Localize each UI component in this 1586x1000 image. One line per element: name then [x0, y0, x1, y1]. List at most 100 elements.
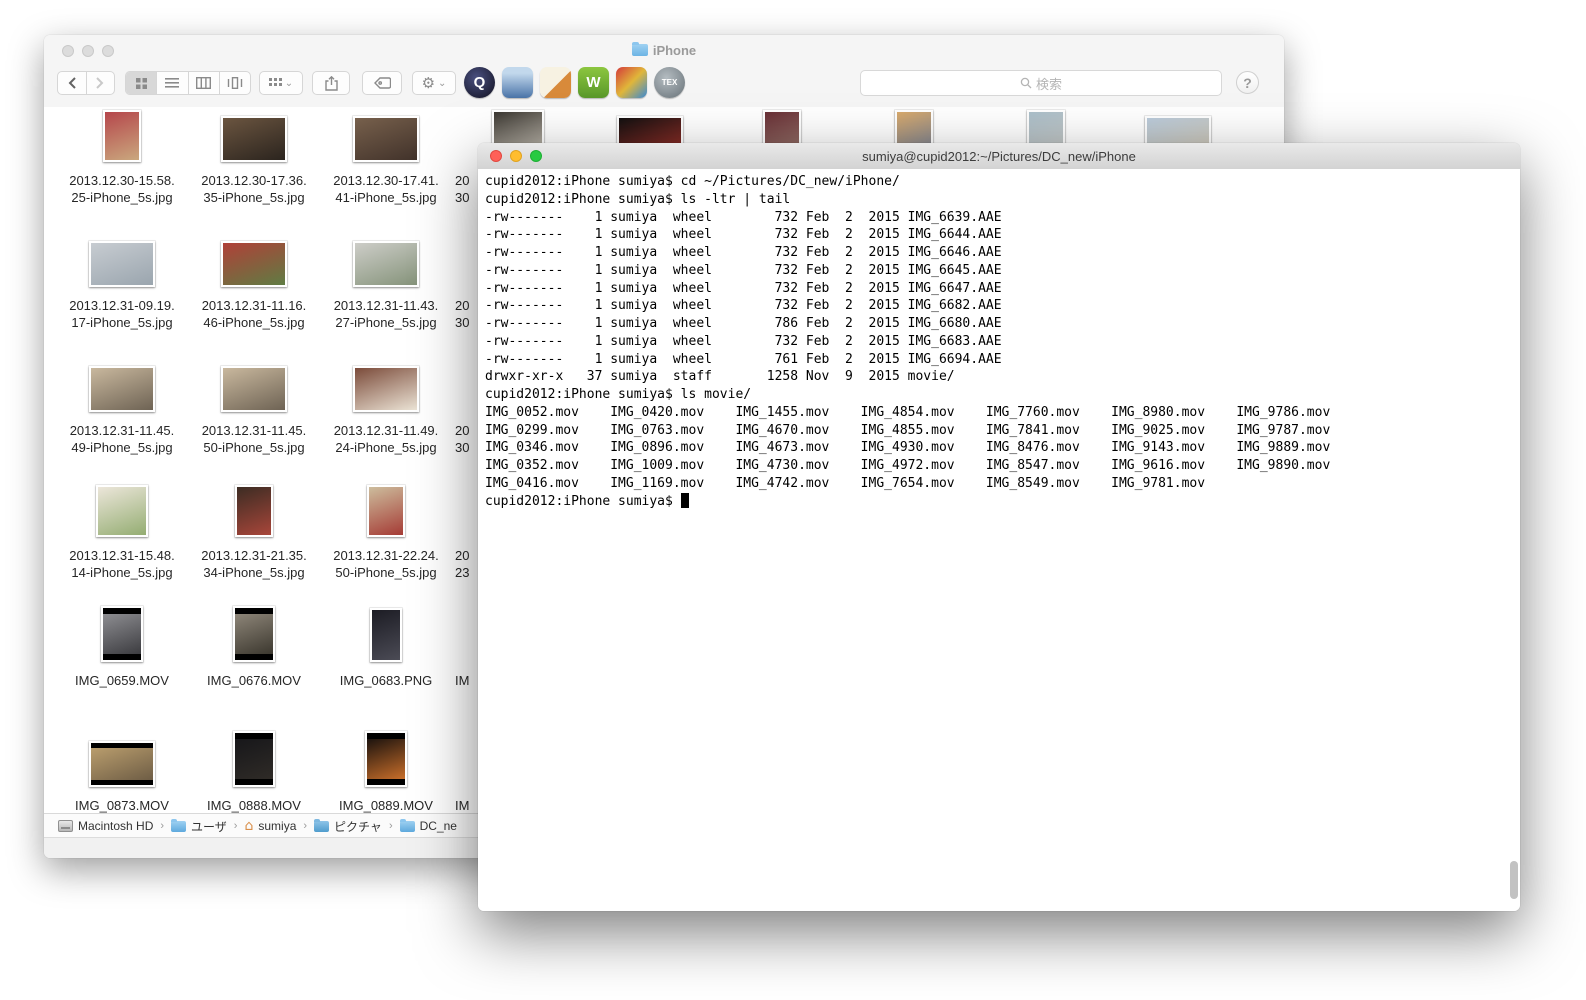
terminal-titlebar[interactable]: sumiya@cupid2012:~/Pictures/DC_new/iPhon… [478, 143, 1520, 170]
browser-app-icon[interactable] [502, 67, 533, 98]
file-thumbnail[interactable] [103, 110, 141, 162]
file-item[interactable]: IMG_0683.PNG [320, 604, 452, 726]
list-view-button[interactable] [157, 72, 188, 94]
path-separator-icon: › [303, 820, 307, 832]
file-item[interactable]: IMG_0659.MOV [56, 604, 188, 726]
path-segment-label: ユーザ [191, 818, 227, 835]
photo-preview [235, 733, 273, 785]
chevron-down-icon: ⌄ [285, 78, 293, 89]
folder-proxy-icon [632, 44, 648, 56]
home-icon: ⌂ [244, 821, 253, 832]
file-thumbnail[interactable] [353, 241, 419, 287]
file-thumbnail[interactable] [101, 606, 143, 662]
path-segment[interactable]: ピクチャ [314, 818, 382, 835]
photo-preview [91, 743, 153, 785]
nav-buttons [57, 71, 115, 95]
search-placeholder: 検索 [1036, 74, 1062, 93]
tex-app-icon[interactable]: TEX [654, 67, 685, 98]
help-label: ? [1243, 75, 1252, 91]
path-segment[interactable]: ⌂sumiya [244, 819, 296, 833]
view-segmented-control [125, 71, 251, 95]
file-item[interactable]: 2013.12.31-22.24.50-iPhone_5s.jpg [320, 479, 452, 601]
file-thumbnail[interactable] [89, 741, 155, 787]
file-item[interactable]: IMG_0676.MOV [188, 604, 320, 726]
file-item[interactable]: 2013.12.30-17.41.41-iPhone_5s.jpg [320, 107, 452, 226]
file-item[interactable]: 2013.12.31-11.45.49-iPhone_5s.jpg [56, 354, 188, 476]
terminal-scrollbar-thumb[interactable] [1510, 861, 1518, 899]
file-item[interactable]: 2013.12.31-11.49.24-iPhone_5s.jpg [320, 354, 452, 476]
tag-button[interactable] [362, 71, 402, 95]
terminal-line: -rw------- 1 sumiya wheel 786 Feb 2 2015… [485, 315, 1520, 333]
path-segment[interactable]: DC_ne [400, 819, 457, 833]
file-thumbnail[interactable] [96, 485, 148, 537]
file-name: 2013.12.31-11.43.27-iPhone_5s.jpg [320, 297, 452, 331]
terminal-line: -rw------- 1 sumiya wheel 732 Feb 2 2015… [485, 333, 1520, 351]
terminal-line: -rw------- 1 sumiya wheel 732 Feb 2 2015… [485, 262, 1520, 280]
terminal-line: -rw------- 1 sumiya wheel 732 Feb 2 2015… [485, 297, 1520, 315]
file-name: 2013.12.31-22.24.50-iPhone_5s.jpg [320, 547, 452, 581]
terminal-output: cupid2012:iPhone sumiya$ cd ~/Pictures/D… [485, 173, 1520, 493]
desktop: iPhone [0, 0, 1586, 1000]
file-item[interactable]: 2013.12.31-11.16.46-iPhone_5s.jpg [188, 229, 320, 351]
notes-pen-app-icon[interactable] [540, 67, 571, 98]
file-thumbnail[interactable] [221, 116, 287, 162]
share-button[interactable] [312, 71, 350, 95]
file-item[interactable]: 2013.12.30-15.58.25-iPhone_5s.jpg [56, 107, 188, 226]
back-button[interactable] [58, 72, 87, 94]
gear-icon: ⚙ [422, 76, 435, 91]
path-segment[interactable]: Macintosh HD [58, 819, 153, 833]
help-button[interactable]: ? [1236, 71, 1259, 94]
file-thumbnail[interactable] [89, 366, 155, 412]
terminal-window[interactable]: sumiya@cupid2012:~/Pictures/DC_new/iPhon… [478, 143, 1520, 911]
file-thumbnail[interactable] [235, 485, 273, 537]
file-thumbnail[interactable] [353, 366, 419, 412]
terminal-line: -rw------- 1 sumiya wheel 732 Feb 2 2015… [485, 244, 1520, 262]
terminal-line: cupid2012:iPhone sumiya$ cd ~/Pictures/D… [485, 173, 1520, 191]
file-item[interactable]: IMG_0889.MOV [320, 729, 452, 813]
photo-preview [223, 368, 285, 410]
file-name: 2013.12.30-15.58.25-iPhone_5s.jpg [56, 172, 188, 206]
photo-preview [91, 243, 153, 285]
path-segment[interactable]: ユーザ [171, 818, 227, 835]
file-item[interactable]: 2013.12.31-11.45.50-iPhone_5s.jpg [188, 354, 320, 476]
file-thumbnail[interactable] [221, 241, 287, 287]
file-item[interactable]: IMG_0888.MOV [188, 729, 320, 813]
quicktime-app-icon[interactable]: Q [464, 67, 495, 98]
arrange-icon [269, 78, 282, 89]
file-item[interactable]: 2013.12.31-15.48.14-iPhone_5s.jpg [56, 479, 188, 601]
file-thumbnail[interactable] [370, 608, 402, 662]
folder-icon [171, 821, 186, 832]
file-item[interactable]: 2013.12.30-17.36.35-iPhone_5s.jpg [188, 107, 320, 226]
file-name-clipped: 2030 [455, 172, 469, 206]
arrange-button[interactable]: ⌄ [259, 71, 303, 95]
terminal-body[interactable]: cupid2012:iPhone sumiya$ cd ~/Pictures/D… [478, 169, 1520, 911]
file-item[interactable]: IMG_0873.MOV [56, 729, 188, 813]
search-input[interactable]: 検索 [860, 70, 1222, 96]
file-item[interactable]: 2013.12.31-11.43.27-iPhone_5s.jpg [320, 229, 452, 351]
file-thumbnail[interactable] [365, 731, 407, 787]
file-thumbnail[interactable] [89, 241, 155, 287]
file-item[interactable]: 2013.12.31-09.19.17-iPhone_5s.jpg [56, 229, 188, 351]
photo-preview [235, 608, 273, 660]
chevron-down-icon: ⌄ [438, 78, 446, 89]
file-item[interactable]: 2013.12.31-21.35.34-iPhone_5s.jpg [188, 479, 320, 601]
terminal-line: -rw------- 1 sumiya wheel 761 Feb 2 2015… [485, 351, 1520, 369]
file-name: 2013.12.31-11.49.24-iPhone_5s.jpg [320, 422, 452, 456]
forward-button[interactable] [87, 72, 114, 94]
photo-preview [367, 733, 405, 785]
icon-view-button[interactable] [126, 72, 157, 94]
file-thumbnail[interactable] [367, 485, 405, 537]
terminal-line: -rw------- 1 sumiya wheel 732 Feb 2 2015… [485, 280, 1520, 298]
file-thumbnail[interactable] [353, 116, 419, 162]
terminal-line: IMG_0416.mov IMG_1169.mov IMG_4742.mov I… [485, 475, 1520, 493]
coverflow-view-button[interactable] [220, 72, 250, 94]
file-thumbnail[interactable] [233, 606, 275, 662]
column-view-button[interactable] [189, 72, 220, 94]
file-name-clipped: IM [455, 797, 469, 813]
file-thumbnail[interactable] [233, 731, 275, 787]
file-thumbnail[interactable] [221, 366, 287, 412]
terminal-line: IMG_0352.mov IMG_1009.mov IMG_4730.mov I… [485, 457, 1520, 475]
action-button[interactable]: ⚙ ⌄ [412, 71, 456, 95]
image-viewer-app-icon[interactable] [616, 67, 647, 98]
w-app-icon[interactable]: W [578, 67, 609, 98]
